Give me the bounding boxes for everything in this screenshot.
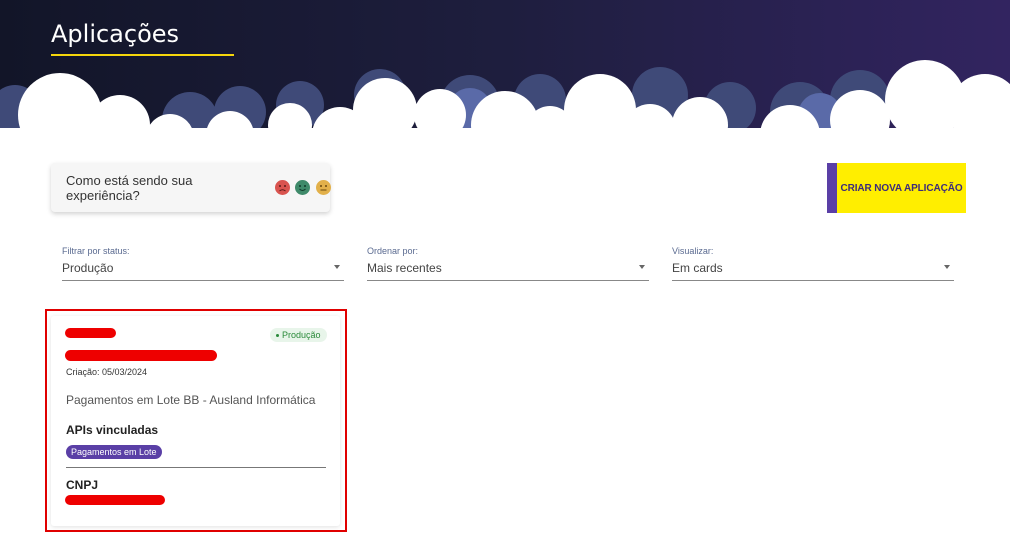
happy-face-icon[interactable] — [295, 180, 311, 195]
api-chip[interactable]: Pagamentos em Lote — [66, 445, 162, 459]
redacted-app-id — [65, 328, 116, 338]
page-title: Aplicações — [51, 20, 180, 48]
chevron-down-icon — [334, 265, 340, 269]
status-dot-icon — [276, 334, 279, 338]
redacted-cnpj — [65, 495, 165, 505]
create-application-button[interactable]: CRIAR NOVA APLICAÇÃO — [827, 163, 966, 213]
view-mode-select[interactable]: Visualizar: Em cards — [672, 246, 954, 281]
hero-banner: Aplicações — [0, 0, 1010, 150]
feedback-question: Como está sendo sua experiência? — [66, 172, 193, 203]
creation-date: Criação: 05/03/2024 — [66, 367, 148, 377]
status-filter-label: Filtrar por status: — [62, 246, 130, 256]
app-description: Pagamentos em Lote BB - Ausland Informát… — [66, 393, 316, 407]
view-mode-label: Visualizar: — [672, 246, 714, 256]
feedback-card: Como está sendo sua experiência? — [51, 163, 331, 212]
view-mode-value: Em cards — [672, 261, 723, 275]
redacted-app-name — [65, 350, 217, 361]
chevron-down-icon — [639, 265, 645, 269]
status-filter-select[interactable]: Filtrar por status: Produção — [62, 246, 344, 281]
cnpj-title: CNPJ — [66, 478, 99, 492]
sad-face-icon[interactable] — [274, 180, 290, 195]
sort-label: Ordenar por: — [367, 246, 419, 256]
status-filter-value: Produção — [62, 261, 114, 275]
chevron-down-icon — [944, 265, 950, 269]
neutral-face-icon[interactable] — [315, 180, 331, 195]
linked-apis-title: APIs vinculadas — [66, 423, 159, 437]
status-badge-label: Produção — [282, 330, 321, 340]
application-card[interactable]: Produção Criação: 05/03/2024 Pagamentos … — [51, 316, 340, 526]
sort-value: Mais recentes — [367, 261, 442, 275]
divider — [66, 467, 326, 468]
title-underline — [51, 54, 234, 56]
sort-select[interactable]: Ordenar por: Mais recentes — [367, 246, 649, 281]
status-badge: Produção — [270, 328, 327, 342]
